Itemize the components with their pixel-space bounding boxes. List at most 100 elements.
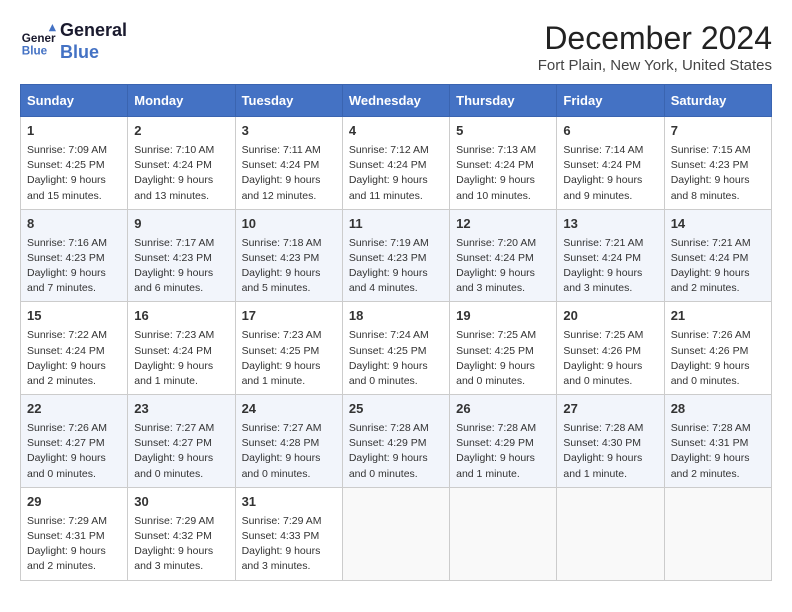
day-number: 22 [27, 400, 121, 419]
day-number: 1 [27, 122, 121, 141]
calendar-cell: 15Sunrise: 7:22 AMSunset: 4:24 PMDayligh… [21, 302, 128, 395]
day-info: Sunrise: 7:14 AMSunset: 4:24 PMDaylight:… [563, 143, 657, 204]
day-info: Sunrise: 7:26 AMSunset: 4:26 PMDaylight:… [671, 328, 765, 389]
day-info: Sunrise: 7:28 AMSunset: 4:29 PMDaylight:… [349, 421, 443, 482]
calendar-cell: 17 Sunrise: 7:23 AMSunset: 4:25 PMDayligh… [235, 302, 342, 395]
day-info: Sunrise: 7:28 AMSunset: 4:31 PMDaylight:… [671, 421, 765, 482]
weekday-header-saturday: Saturday [664, 85, 771, 117]
title-block: December 2024 Fort Plain, New York, Unit… [538, 20, 772, 74]
logo-icon: General Blue [20, 24, 56, 60]
weekday-header-sunday: Sunday [21, 85, 128, 117]
calendar-cell: 11Sunrise: 7:19 AMSunset: 4:23 PMDayligh… [342, 209, 449, 302]
day-number: 24 [242, 400, 336, 419]
calendar-cell: 9 Sunrise: 7:17 AMSunset: 4:23 PMDaylight… [128, 209, 235, 302]
day-number: 13 [563, 215, 657, 234]
day-number: 14 [671, 215, 765, 234]
day-number: 9 [134, 215, 228, 234]
calendar-cell: 7Sunrise: 7:15 AMSunset: 4:23 PMDaylight… [664, 117, 771, 210]
calendar-cell: 2 Sunrise: 7:10 AMSunset: 4:24 PMDaylight… [128, 117, 235, 210]
calendar-cell [342, 487, 449, 580]
weekday-header-tuesday: Tuesday [235, 85, 342, 117]
calendar-cell: 27 Sunrise: 7:28 AMSunset: 4:30 PMDayligh… [557, 395, 664, 488]
calendar-cell: 14 Sunrise: 7:21 AMSunset: 4:24 PMDayligh… [664, 209, 771, 302]
day-number: 4 [349, 122, 443, 141]
page-header: General Blue General Blue December 2024 … [20, 20, 772, 74]
day-number: 18 [349, 307, 443, 326]
week-row-4: 22 Sunrise: 7:26 AMSunset: 4:27 PMDayligh… [21, 395, 772, 488]
day-info: Sunrise: 7:22 AMSunset: 4:24 PMDaylight:… [27, 328, 121, 389]
calendar-cell: 5 Sunrise: 7:13 AMSunset: 4:24 PMDaylight… [450, 117, 557, 210]
day-number: 19 [456, 307, 550, 326]
day-info: Sunrise: 7:12 AMSunset: 4:24 PMDaylight:… [349, 143, 443, 204]
svg-text:Blue: Blue [22, 44, 48, 57]
location: Fort Plain, New York, United States [538, 57, 772, 74]
calendar-cell: 28 Sunrise: 7:28 AMSunset: 4:31 PMDayligh… [664, 395, 771, 488]
day-info: Sunrise: 7:18 AMSunset: 4:23 PMDaylight:… [242, 236, 336, 297]
calendar-cell: 1 Sunrise: 7:09 AMSunset: 4:25 PMDaylight… [21, 117, 128, 210]
day-info: Sunrise: 7:13 AMSunset: 4:24 PMDaylight:… [456, 143, 550, 204]
weekday-header-thursday: Thursday [450, 85, 557, 117]
day-number: 21 [671, 307, 765, 326]
day-info: Sunrise: 7:24 AMSunset: 4:25 PMDaylight:… [349, 328, 443, 389]
day-info: Sunrise: 7:25 AMSunset: 4:26 PMDaylight:… [563, 328, 657, 389]
calendar-cell: 19 Sunrise: 7:25 AMSunset: 4:25 PMDayligh… [450, 302, 557, 395]
day-info: Sunrise: 7:11 AMSunset: 4:24 PMDaylight:… [242, 143, 336, 204]
day-number: 30 [134, 493, 228, 512]
day-number: 5 [456, 122, 550, 141]
day-number: 31 [242, 493, 336, 512]
day-number: 8 [27, 215, 121, 234]
day-info: Sunrise: 7:09 AMSunset: 4:25 PMDaylight:… [27, 143, 121, 204]
day-info: Sunrise: 7:29 AMSunset: 4:33 PMDaylight:… [242, 514, 336, 575]
day-number: 28 [671, 400, 765, 419]
calendar-cell: 21 Sunrise: 7:26 AMSunset: 4:26 PMDayligh… [664, 302, 771, 395]
day-number: 26 [456, 400, 550, 419]
calendar-cell: 22 Sunrise: 7:26 AMSunset: 4:27 PMDayligh… [21, 395, 128, 488]
calendar-cell: 3Sunrise: 7:11 AMSunset: 4:24 PMDaylight… [235, 117, 342, 210]
day-number: 23 [134, 400, 228, 419]
day-info: Sunrise: 7:21 AMSunset: 4:24 PMDaylight:… [671, 236, 765, 297]
calendar-table: SundayMondayTuesdayWednesdayThursdayFrid… [20, 84, 772, 581]
day-info: Sunrise: 7:29 AMSunset: 4:32 PMDaylight:… [134, 514, 228, 575]
logo-text: General Blue [60, 20, 127, 63]
day-info: Sunrise: 7:19 AMSunset: 4:23 PMDaylight:… [349, 236, 443, 297]
calendar-cell: 31 Sunrise: 7:29 AMSunset: 4:33 PMDayligh… [235, 487, 342, 580]
calendar-cell [450, 487, 557, 580]
calendar-cell: 26Sunrise: 7:28 AMSunset: 4:29 PMDayligh… [450, 395, 557, 488]
day-number: 6 [563, 122, 657, 141]
week-row-1: 1 Sunrise: 7:09 AMSunset: 4:25 PMDaylight… [21, 117, 772, 210]
day-info: Sunrise: 7:27 AMSunset: 4:28 PMDaylight:… [242, 421, 336, 482]
day-info: Sunrise: 7:26 AMSunset: 4:27 PMDaylight:… [27, 421, 121, 482]
day-info: Sunrise: 7:17 AMSunset: 4:23 PMDaylight:… [134, 236, 228, 297]
month-title: December 2024 [538, 20, 772, 57]
day-number: 12 [456, 215, 550, 234]
day-info: Sunrise: 7:10 AMSunset: 4:24 PMDaylight:… [134, 143, 228, 204]
day-info: Sunrise: 7:25 AMSunset: 4:25 PMDaylight:… [456, 328, 550, 389]
calendar-cell: 25 Sunrise: 7:28 AMSunset: 4:29 PMDayligh… [342, 395, 449, 488]
day-info: Sunrise: 7:29 AMSunset: 4:31 PMDaylight:… [27, 514, 121, 575]
calendar-cell: 8Sunrise: 7:16 AMSunset: 4:23 PMDaylight… [21, 209, 128, 302]
calendar-cell [664, 487, 771, 580]
calendar-cell: 4 Sunrise: 7:12 AMSunset: 4:24 PMDaylight… [342, 117, 449, 210]
calendar-cell: 6 Sunrise: 7:14 AMSunset: 4:24 PMDaylight… [557, 117, 664, 210]
day-number: 2 [134, 122, 228, 141]
weekday-header-monday: Monday [128, 85, 235, 117]
day-number: 27 [563, 400, 657, 419]
day-number: 29 [27, 493, 121, 512]
calendar-cell: 12Sunrise: 7:20 AMSunset: 4:24 PMDayligh… [450, 209, 557, 302]
calendar-cell: 24 Sunrise: 7:27 AMSunset: 4:28 PMDayligh… [235, 395, 342, 488]
calendar-cell: 18 Sunrise: 7:24 AMSunset: 4:25 PMDayligh… [342, 302, 449, 395]
calendar-cell: 20Sunrise: 7:25 AMSunset: 4:26 PMDayligh… [557, 302, 664, 395]
calendar-cell: 16Sunrise: 7:23 AMSunset: 4:24 PMDayligh… [128, 302, 235, 395]
week-row-5: 29 Sunrise: 7:29 AMSunset: 4:31 PMDayligh… [21, 487, 772, 580]
svg-text:General: General [22, 32, 56, 45]
weekday-header-row: SundayMondayTuesdayWednesdayThursdayFrid… [21, 85, 772, 117]
calendar-cell: 10 Sunrise: 7:18 AMSunset: 4:23 PMDayligh… [235, 209, 342, 302]
day-number: 25 [349, 400, 443, 419]
calendar-cell: 13Sunrise: 7:21 AMSunset: 4:24 PMDayligh… [557, 209, 664, 302]
week-row-3: 15Sunrise: 7:22 AMSunset: 4:24 PMDayligh… [21, 302, 772, 395]
day-info: Sunrise: 7:28 AMSunset: 4:30 PMDaylight:… [563, 421, 657, 482]
day-number: 17 [242, 307, 336, 326]
logo: General Blue General Blue [20, 20, 127, 63]
day-info: Sunrise: 7:23 AMSunset: 4:25 PMDaylight:… [242, 328, 336, 389]
day-number: 10 [242, 215, 336, 234]
